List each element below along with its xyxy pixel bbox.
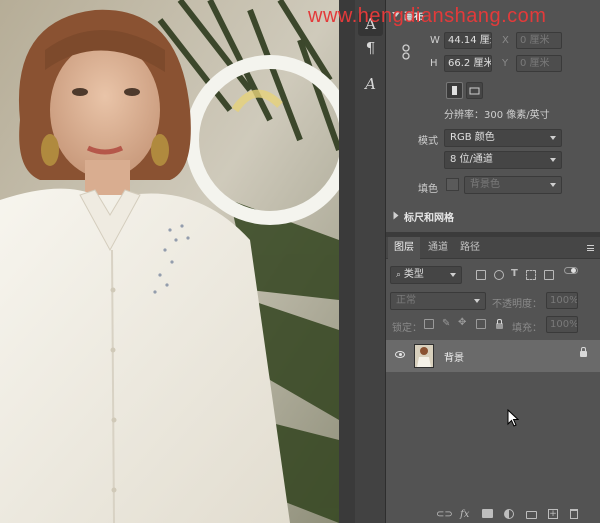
bit-depth-dropdown[interactable]: 8 位/通道: [444, 151, 562, 169]
panel-menu-icon[interactable]: [587, 245, 594, 251]
lock-all-icon[interactable]: [496, 319, 503, 329]
tab-layers[interactable]: 图层: [388, 237, 420, 259]
chevron-down-icon: [450, 273, 456, 277]
portrait-icon: [452, 86, 457, 95]
properties-panel: 画布 W 44.14 厘米 X 0 厘米 H 66.2 厘米 Y 0 厘米 分辨…: [386, 0, 600, 232]
lock-icon: [580, 347, 587, 357]
pixel-filter-icon[interactable]: [476, 270, 486, 280]
photo-woman-white-shirt: [0, 0, 339, 523]
layers-panel: 图层 通道 路径 ⌕ 类型 T 正常 不透明度： 100% 锁定： ✎ ✥ 填充…: [386, 237, 600, 523]
x-label: X: [502, 35, 509, 46]
portrait-orientation-button[interactable]: [446, 82, 463, 99]
color-mode-dropdown[interactable]: RGB 颜色: [444, 129, 562, 147]
folder-icon[interactable]: [526, 511, 537, 519]
trash-icon[interactable]: [570, 509, 578, 519]
fill-color-swatch[interactable]: [446, 178, 459, 191]
type-filter-icon[interactable]: T: [511, 268, 518, 279]
lock-transparency-icon[interactable]: [424, 319, 434, 329]
tab-paths[interactable]: 路径: [454, 237, 486, 259]
fx-icon[interactable]: fx: [460, 509, 469, 520]
watermark-text: www.hengdianshang.com: [308, 5, 547, 27]
lock-artboard-icon[interactable]: [476, 319, 486, 329]
eye-icon[interactable]: [395, 351, 405, 358]
chevron-down-icon: [474, 299, 480, 303]
smart-object-filter-icon[interactable]: [544, 270, 554, 280]
width-label: W: [430, 35, 440, 46]
adjustment-icon[interactable]: [504, 509, 514, 519]
chevron-down-icon: [550, 158, 556, 162]
fill-opacity-field[interactable]: 100%: [546, 316, 578, 333]
x-field[interactable]: 0 厘米: [516, 32, 562, 49]
rulers-grid-section-header[interactable]: 标尺和网格: [386, 207, 600, 225]
fill-label: 填色: [418, 184, 438, 195]
mouse-cursor-icon: [507, 409, 519, 427]
new-layer-icon[interactable]: +: [548, 509, 558, 519]
chevron-down-icon: [550, 136, 556, 140]
canvas-scroll-area: [339, 0, 355, 523]
resolution-text: 分辨率：300 像素/英寸: [444, 110, 550, 121]
opacity-label: 不透明度：: [492, 299, 542, 310]
landscape-icon: [469, 87, 480, 95]
chevron-down-icon: [550, 183, 556, 187]
paragraph-panel-icon[interactable]: ¶: [358, 36, 383, 60]
link-dimensions-icon[interactable]: [401, 44, 411, 60]
rulers-grid-title: 标尺和网格: [404, 213, 454, 224]
thumbnail-image: [415, 345, 433, 367]
layer-row-background[interactable]: 背景: [386, 340, 600, 372]
link-icon[interactable]: ⊂⊃: [436, 509, 453, 520]
height-field[interactable]: 66.2 厘米: [444, 55, 492, 72]
layer-name[interactable]: 背景: [444, 349, 464, 364]
mask-icon[interactable]: [482, 509, 493, 518]
opacity-field[interactable]: 100%: [546, 292, 578, 309]
layer-filter-dropdown[interactable]: ⌕ 类型: [390, 266, 462, 284]
expand-caret-icon[interactable]: [393, 211, 399, 220]
shape-filter-icon[interactable]: [526, 270, 536, 280]
height-label: H: [430, 58, 438, 69]
layers-panel-tabs: 图层 通道 路径: [386, 237, 600, 259]
landscape-orientation-button[interactable]: [466, 82, 483, 99]
fill-opacity-label: 填充：: [512, 323, 542, 334]
mode-label: 模式: [418, 136, 438, 147]
y-field[interactable]: 0 厘米: [516, 55, 562, 72]
panel-icon-strip: A ¶ A: [355, 0, 386, 523]
layer-thumbnail: [414, 344, 434, 368]
blend-mode-dropdown[interactable]: 正常: [390, 292, 486, 310]
lock-label: 锁定：: [392, 323, 422, 334]
lock-position-icon[interactable]: ✥: [458, 317, 466, 328]
lock-pixels-icon[interactable]: ✎: [442, 318, 450, 329]
y-label: Y: [502, 58, 509, 69]
document-canvas[interactable]: [0, 0, 339, 523]
layers-footer: ⊂⊃ fx +: [386, 506, 600, 523]
fill-dropdown[interactable]: 背景色: [464, 176, 562, 194]
adjustment-filter-icon[interactable]: [494, 270, 504, 280]
tab-channels[interactable]: 通道: [422, 237, 454, 259]
search-icon: ⌕: [396, 270, 404, 280]
width-field[interactable]: 44.14 厘米: [444, 32, 492, 49]
glyph-panel-icon[interactable]: A: [358, 72, 383, 96]
filter-toggle[interactable]: [564, 267, 578, 274]
